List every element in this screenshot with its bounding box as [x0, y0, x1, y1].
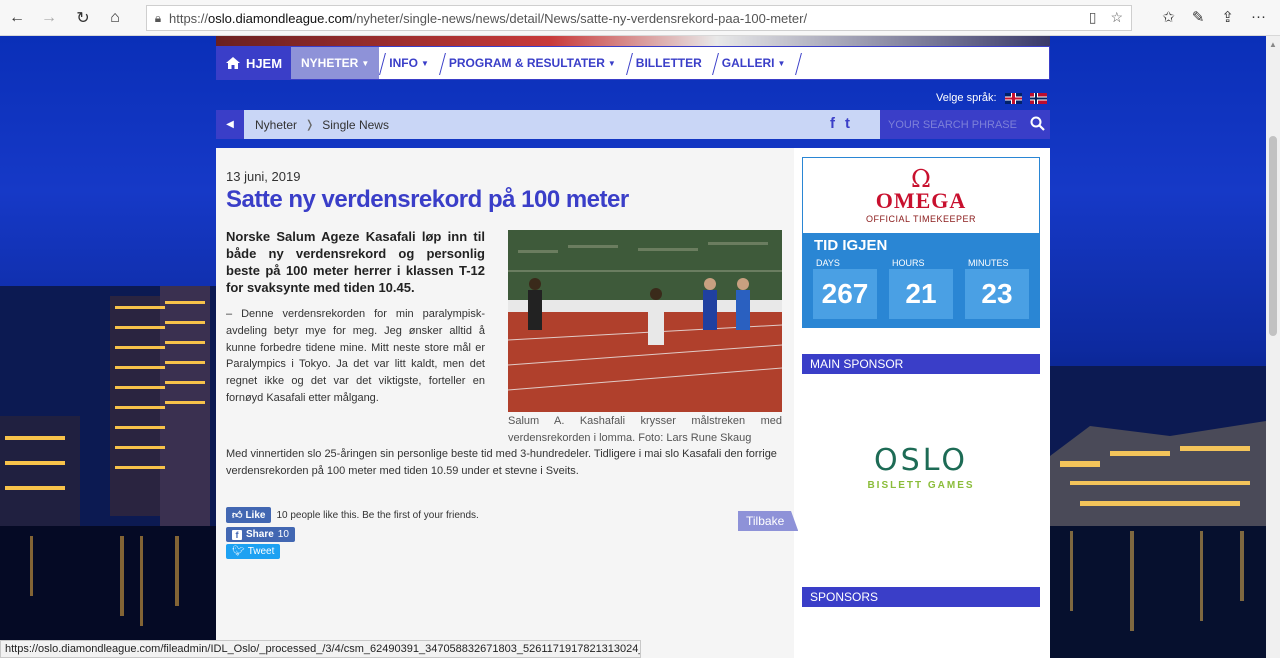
thumbs-up-icon: 👍︎ [232, 510, 243, 521]
back-button[interactable]: Tilbake [738, 511, 799, 531]
favorite-star-icon[interactable]: ☆ [1110, 9, 1123, 26]
url-text: https://oslo.diamondleague.com/nyheter/s… [169, 10, 808, 26]
search-box [880, 110, 1050, 139]
back-icon[interactable]: ← [6, 7, 28, 29]
breadcrumb-nyheter[interactable]: Nyheter [255, 118, 297, 132]
countdown-hours: HOURS 21 [889, 258, 953, 320]
nav-item-program[interactable]: PROGRAM & RESULTATER ▼ [439, 47, 633, 79]
facebook-like-button[interactable]: 👍︎ Like [226, 507, 272, 523]
photo-caption: Salum A. Kashafali krysser målstreken me… [508, 415, 782, 444]
omega-logo[interactable]: Ω OMEGA OFFICIAL TIMEKEEPER [803, 158, 1039, 233]
address-bar[interactable]: 🔒︎ https://oslo.diamondleague.com/nyhete… [146, 5, 1132, 31]
home-icon[interactable]: ⌂ [104, 7, 126, 29]
main-sponsor-heading: MAIN SPONSOR [802, 354, 1040, 374]
facebook-like-widget: 👍︎ Like 10 people like this. Be the first… [226, 507, 479, 523]
breadcrumb: Nyheter ❭ Single News [255, 118, 389, 132]
breadcrumb-single-news: Single News [322, 117, 389, 132]
refresh-icon[interactable]: ↻ [72, 7, 94, 29]
share-icon[interactable]: ⇪ [1221, 8, 1234, 26]
tweet-button[interactable]: 🐦︎ Tweet [226, 544, 281, 559]
chevron-down-icon: ▼ [777, 58, 786, 68]
content-area: 13 juni, 2019 Satte ny verdensrekord på … [216, 148, 1050, 658]
nav-home-label: HJEM [245, 55, 283, 71]
countdown-minutes: MINUTES 23 [965, 258, 1029, 320]
countdown-widget: Ω OMEGA OFFICIAL TIMEKEEPER TID IGJEN DA… [802, 157, 1040, 328]
more-icon[interactable]: ··· [1251, 8, 1266, 26]
scroll-up-icon[interactable]: ▲ [1269, 40, 1277, 49]
pen-icon[interactable]: ✎ [1192, 8, 1205, 26]
chevron-down-icon: ▼ [361, 58, 370, 68]
twitter-icon[interactable]: t [845, 115, 850, 132]
language-label: Velge språk: [936, 92, 997, 104]
omega-symbol-icon: Ω [911, 164, 931, 193]
twitter-bird-icon: 🐦︎ [232, 546, 245, 557]
favorites-icon[interactable]: ✩ [1162, 8, 1175, 26]
countdown-panel: TID IGJEN DAYS 267 HOURS 21 MINUTES 23 [803, 233, 1039, 327]
nav-item-info[interactable]: INFO ▼ [379, 47, 446, 79]
page-scrollbar[interactable]: ▲ [1266, 36, 1280, 658]
chevron-down-icon: ▼ [607, 58, 616, 68]
article-date: 13 juni, 2019 [226, 169, 301, 184]
search-icon[interactable] [1030, 116, 1045, 134]
facebook-share-button[interactable]: f Share 10 [226, 527, 295, 542]
article-body-paragraph: – Denne verdensrekorden for min paralymp… [226, 308, 485, 404]
countdown-days: DAYS 267 [813, 258, 877, 320]
like-count-text: 10 people like this. Be the first of you… [276, 509, 479, 521]
forward-icon[interactable]: → [38, 7, 60, 29]
facebook-icon[interactable]: f [830, 115, 835, 132]
nav-item-nyheter[interactable]: NYHETER ▼ [291, 47, 387, 79]
article-photo[interactable] [508, 230, 782, 412]
facebook-icon: f [232, 529, 242, 540]
browser-toolbar: ← → ↻ ⌂ 🔒︎ https://oslo.diamondleague.co… [0, 0, 1280, 36]
sponsors-heading: SPONSORS [802, 587, 1040, 607]
status-bar: https://oslo.diamondleague.com/fileadmin… [0, 640, 641, 658]
uk-flag-icon[interactable] [1004, 92, 1022, 104]
header-banner-image [216, 36, 1050, 46]
reading-view-icon[interactable]: ▯ [1089, 9, 1097, 26]
main-nav: HJEM NYHETER ▼ INFO ▼ PROGRAM & RESULTATER… [216, 46, 1050, 80]
article: 13 juni, 2019 Satte ny verdensrekord på … [216, 148, 799, 658]
nav-item-galleri[interactable]: GALLERI ▼ [712, 47, 803, 79]
back-arrow-icon[interactable]: ◀ [216, 110, 244, 139]
search-input[interactable] [888, 118, 1028, 131]
chevron-down-icon: ▼ [420, 58, 429, 68]
countdown-title: TID IGJEN [814, 237, 888, 254]
city-skyline-left [0, 286, 216, 658]
home-icon [225, 57, 240, 69]
article-lead: Norske Salum Ageze Kasafali løp inn til … [226, 229, 485, 295]
article-body-paragraph: Med vinnertiden slo 25-åringen sin perso… [226, 448, 777, 477]
norway-flag-icon[interactable] [1029, 92, 1047, 104]
nav-item-billetter[interactable]: BILLETTER [626, 47, 719, 79]
lock-icon: 🔒︎ [154, 10, 162, 25]
language-selector: Velge språk: [936, 92, 1047, 104]
article-title: Satte ny verdensrekord på 100 meter [226, 186, 629, 213]
scrollbar-thumb[interactable] [1269, 136, 1277, 336]
breadcrumb-separator-icon: ❭ [305, 119, 315, 131]
main-sponsor-logo[interactable]: OSLO BISLETT GAMES [802, 374, 1040, 560]
city-skyline-right [1050, 366, 1266, 658]
breadcrumb-bar: ◀ Nyheter ❭ Single News f t [216, 110, 1050, 139]
nav-home[interactable]: HJEM [217, 47, 291, 79]
